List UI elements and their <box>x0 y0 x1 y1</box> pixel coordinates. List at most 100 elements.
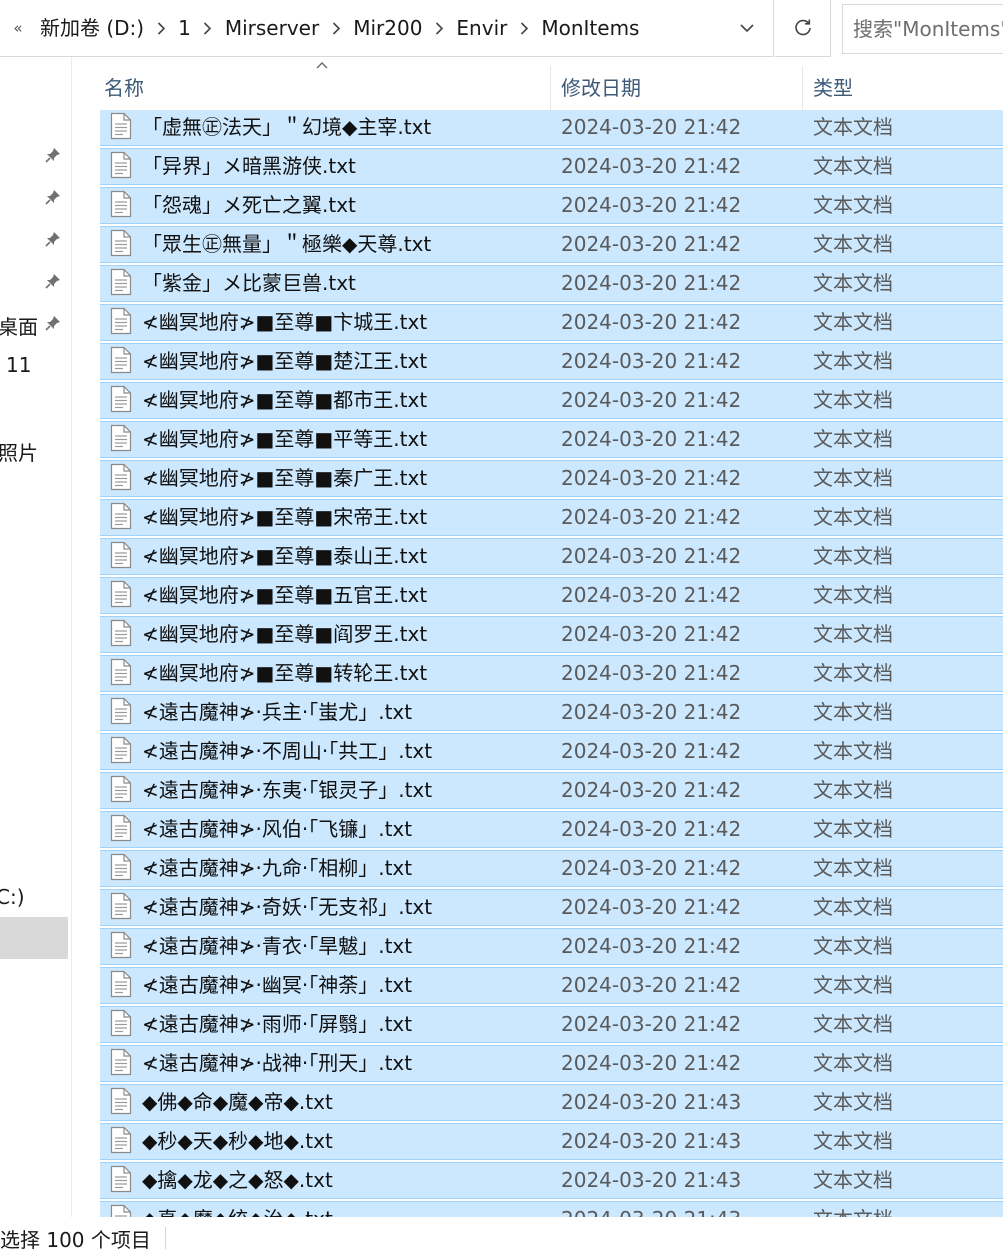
nav-item-drive-c[interactable]: C:) <box>0 885 25 909</box>
chevron-right-icon[interactable] <box>195 21 221 35</box>
chevron-down-icon[interactable] <box>721 0 773 57</box>
column-divider[interactable] <box>550 66 551 110</box>
file-type: 文本文档 <box>813 700 893 724</box>
file-type: 文本文档 <box>813 1012 893 1036</box>
file-row[interactable]: 「眾生㊣無量」＂極樂◆天尊.txt 2024-03-20 21:42 文本文档 <box>100 226 1003 263</box>
file-date: 2024-03-20 21:42 <box>561 310 742 334</box>
column-header-type[interactable]: 类型 <box>813 62 853 110</box>
file-date: 2024-03-20 21:42 <box>561 622 742 646</box>
file-date: 2024-03-20 21:42 <box>561 739 742 763</box>
file-row[interactable]: ≮幽冥地府≯■至尊■宋帝王.txt 2024-03-20 21:42 文本文档 <box>100 499 1003 536</box>
text-file-icon <box>110 1048 132 1076</box>
search-input[interactable] <box>843 16 1003 42</box>
search-box[interactable] <box>842 4 1003 54</box>
file-name: ≮遠古魔神≯·兵主·「蚩尤」.txt <box>142 700 413 724</box>
text-file-icon <box>110 580 132 608</box>
file-type: 文本文档 <box>813 427 893 451</box>
file-row[interactable]: ≮幽冥地府≯■至尊■卞城王.txt 2024-03-20 21:42 文本文档 <box>100 304 1003 341</box>
file-row[interactable]: ≮幽冥地府≯■至尊■转轮王.txt 2024-03-20 21:42 文本文档 <box>100 655 1003 692</box>
file-row[interactable]: ≮幽冥地府≯■至尊■五官王.txt 2024-03-20 21:42 文本文档 <box>100 577 1003 614</box>
text-file-icon <box>110 268 132 296</box>
breadcrumb-mirserver[interactable]: Mirserver <box>221 0 323 57</box>
file-type: 文本文档 <box>813 856 893 880</box>
pin-icon[interactable] <box>41 185 65 209</box>
file-row[interactable]: ◆佛◆命◆魔◆帝◆.txt 2024-03-20 21:43 文本文档 <box>100 1084 1003 1121</box>
pin-icon[interactable] <box>41 227 65 251</box>
file-date: 2024-03-20 21:42 <box>561 505 742 529</box>
file-row[interactable]: ≮遠古魔神≯·奇妖·「无支祁」.txt 2024-03-20 21:42 文本文档 <box>100 889 1003 926</box>
file-row[interactable]: ≮幽冥地府≯■至尊■阎罗王.txt 2024-03-20 21:42 文本文档 <box>100 616 1003 653</box>
breadcrumb-overflow-icon[interactable]: « <box>0 0 36 57</box>
address-bar[interactable]: « 新加卷 (D:) 1 Mirserver Mir200 Envir MonI… <box>0 0 774 57</box>
column-header-name[interactable]: 名称 <box>104 62 144 110</box>
file-type: 文本文档 <box>813 232 893 256</box>
breadcrumb-drive[interactable]: 新加卷 (D:) <box>36 0 148 57</box>
file-name: ≮幽冥地府≯■至尊■平等王.txt <box>142 427 428 451</box>
breadcrumb-folder-1[interactable]: 1 <box>174 0 195 57</box>
file-name: ≮幽冥地府≯■至尊■宋帝王.txt <box>142 505 428 529</box>
file-row[interactable]: ◆擒◆龙◆之◆怒◆.txt 2024-03-20 21:43 文本文档 <box>100 1162 1003 1199</box>
file-row[interactable]: 「紫金」メ比蒙巨兽.txt 2024-03-20 21:42 文本文档 <box>100 265 1003 302</box>
file-date: 2024-03-20 21:42 <box>561 856 742 880</box>
nav-item-desktop[interactable]: 桌面 <box>0 311 38 340</box>
breadcrumb-envir[interactable]: Envir <box>452 0 511 57</box>
chevron-right-icon[interactable] <box>511 21 537 35</box>
chevron-right-icon[interactable] <box>323 21 349 35</box>
file-row[interactable]: 「异界」メ暗黑游侠.txt 2024-03-20 21:42 文本文档 <box>100 148 1003 185</box>
pin-icon[interactable] <box>41 311 65 335</box>
file-date: 2024-03-20 21:42 <box>561 895 742 919</box>
column-header-row: 名称 修改日期 类型 <box>100 62 1003 110</box>
file-name: ≮幽冥地府≯■至尊■卞城王.txt <box>142 310 428 334</box>
file-date: 2024-03-20 21:42 <box>561 973 742 997</box>
file-row[interactable]: ≮遠古魔神≯·风伯·「飞镰」.txt 2024-03-20 21:42 文本文档 <box>100 811 1003 848</box>
file-type: 文本文档 <box>813 349 893 373</box>
file-row[interactable]: 「虚無㊣法天」＂幻境◆主宰.txt 2024-03-20 21:42 文本文档 <box>100 110 1003 146</box>
chevron-right-icon[interactable] <box>148 21 174 35</box>
file-name: ◆擒◆龙◆之◆怒◆.txt <box>142 1168 333 1192</box>
file-row[interactable]: ≮遠古魔神≯·东夷·「银灵子」.txt 2024-03-20 21:42 文本文档 <box>100 772 1003 809</box>
text-file-icon <box>110 151 132 179</box>
navigation-pane[interactable]: 桌面 11 照片 C:) <box>0 57 72 1217</box>
file-row[interactable]: ≮遠古魔神≯·幽冥·「神荼」.txt 2024-03-20 21:42 文本文档 <box>100 967 1003 1004</box>
file-date: 2024-03-20 21:42 <box>561 154 742 178</box>
text-file-icon <box>110 1126 132 1154</box>
file-type: 文本文档 <box>813 1129 893 1153</box>
pin-icon[interactable] <box>41 143 65 167</box>
breadcrumb-monitems[interactable]: MonItems <box>537 0 643 57</box>
nav-item-11[interactable]: 11 <box>6 353 31 377</box>
file-row[interactable]: ≮遠古魔神≯·九命·「相柳」.txt 2024-03-20 21:42 文本文档 <box>100 850 1003 887</box>
nav-item-photos[interactable]: 照片 <box>0 437 38 466</box>
file-row[interactable]: ≮幽冥地府≯■至尊■秦广王.txt 2024-03-20 21:42 文本文档 <box>100 460 1003 497</box>
refresh-button[interactable] <box>775 0 831 57</box>
breadcrumb-mir200[interactable]: Mir200 <box>349 0 426 57</box>
nav-item-selected[interactable] <box>0 917 68 959</box>
chevron-right-icon[interactable] <box>426 21 452 35</box>
breadcrumb: 新加卷 (D:) 1 Mirserver Mir200 Envir MonIte… <box>36 0 721 57</box>
column-divider[interactable] <box>802 66 803 110</box>
file-type: 文本文档 <box>813 388 893 412</box>
text-file-icon <box>110 1009 132 1037</box>
text-file-icon <box>110 1087 132 1115</box>
file-row[interactable]: ≮幽冥地府≯■至尊■平等王.txt 2024-03-20 21:42 文本文档 <box>100 421 1003 458</box>
file-row[interactable]: ≮幽冥地府≯■至尊■楚江王.txt 2024-03-20 21:42 文本文档 <box>100 343 1003 380</box>
file-row[interactable]: ≮遠古魔神≯·兵主·「蚩尤」.txt 2024-03-20 21:42 文本文档 <box>100 694 1003 731</box>
file-name: ≮遠古魔神≯·幽冥·「神荼」.txt <box>142 973 413 997</box>
column-header-date[interactable]: 修改日期 <box>561 62 641 110</box>
file-row[interactable]: ≮幽冥地府≯■至尊■都市王.txt 2024-03-20 21:42 文本文档 <box>100 382 1003 419</box>
file-name: ≮遠古魔神≯·奇妖·「无支祁」.txt <box>142 895 433 919</box>
file-row[interactable]: ≮幽冥地府≯■至尊■泰山王.txt 2024-03-20 21:42 文本文档 <box>100 538 1003 575</box>
file-name: 「紫金」メ比蒙巨兽.txt <box>142 271 356 295</box>
file-row[interactable]: ◆秒◆天◆秒◆地◆.txt 2024-03-20 21:43 文本文档 <box>100 1123 1003 1160</box>
file-row[interactable]: ≮遠古魔神≯·战神·「刑天」.txt 2024-03-20 21:42 文本文档 <box>100 1045 1003 1082</box>
status-divider <box>164 1227 166 1249</box>
file-name: ≮幽冥地府≯■至尊■转轮王.txt <box>142 661 428 685</box>
file-date: 2024-03-20 21:42 <box>561 115 742 139</box>
text-file-icon <box>110 307 132 335</box>
file-row[interactable]: ≮遠古魔神≯·青衣·「旱魃」.txt 2024-03-20 21:42 文本文档 <box>100 928 1003 965</box>
file-date: 2024-03-20 21:42 <box>561 778 742 802</box>
file-row[interactable]: ≮遠古魔神≯·不周山·「共工」.txt 2024-03-20 21:42 文本文档 <box>100 733 1003 770</box>
file-row[interactable]: ≮遠古魔神≯·雨师·「屏翳」.txt 2024-03-20 21:42 文本文档 <box>100 1006 1003 1043</box>
pin-icon[interactable] <box>41 269 65 293</box>
file-row[interactable]: 「怨魂」メ死亡之翼.txt 2024-03-20 21:42 文本文档 <box>100 187 1003 224</box>
sort-ascending-icon <box>316 62 328 69</box>
